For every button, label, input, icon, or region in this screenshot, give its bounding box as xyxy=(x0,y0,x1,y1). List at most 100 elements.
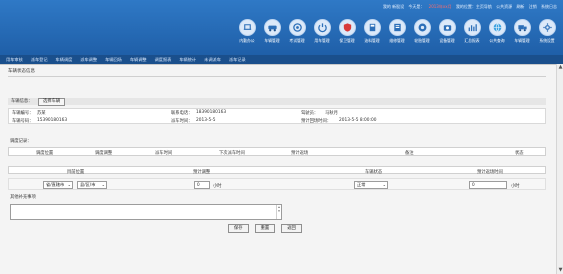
toolbar-item-office[interactable]: 内勤办公 xyxy=(237,19,257,44)
dispatch-icon xyxy=(288,19,306,36)
toolbar-item-label: 车辆管理 xyxy=(264,38,280,43)
nav-item[interactable]: 用车审核 xyxy=(6,57,23,63)
toolbar-item-truck[interactable]: 车辆管理 xyxy=(512,19,532,44)
module-toolbar: 内勤办公 车辆管理 考试管理 用车管理 保卫管理 油料管理 维修管理 轮胎管理 设备管理 汇总报表… xyxy=(237,19,557,44)
toolbar-item-vehicle[interactable]: 车辆管理 xyxy=(262,19,282,44)
toolbar-item-dispatch[interactable]: 考试管理 xyxy=(287,19,307,44)
top-link-logout[interactable]: 注销 xyxy=(529,4,537,9)
toolbar-item-label: 系统设置 xyxy=(539,38,555,43)
chevron-down-icon: ⌄ xyxy=(67,182,71,187)
plate-value: 苏某 xyxy=(37,111,46,116)
divider xyxy=(8,76,546,77)
scroll-up-icon[interactable]: ▲ xyxy=(557,64,563,71)
nav-item[interactable]: 派车记录 xyxy=(229,57,246,63)
toolbar-item-label: 轮胎管理 xyxy=(414,38,430,43)
return-hours-unit: 小时 xyxy=(511,183,520,189)
power-icon xyxy=(313,19,331,36)
form-header: 目前位置 预计调整 车辆状态 预计返场时间 xyxy=(8,166,546,175)
fuel-icon xyxy=(363,19,381,36)
top-link-location: 我的位置：主页导航 xyxy=(455,4,492,9)
toolbar-item-label: 用车管理 xyxy=(314,38,330,43)
nav-item[interactable]: 车辆调度 xyxy=(56,57,73,63)
form-col-adjust: 预计调整 xyxy=(193,169,211,175)
province-select[interactable]: 省/直辖市 ⌄ xyxy=(43,181,73,189)
adjust-hours-unit: 小时 xyxy=(213,183,222,189)
select-vehicle-button[interactable]: 选择车辆 xyxy=(38,98,66,106)
toolbar-item-label: 保卫管理 xyxy=(339,38,355,43)
scroll-down-icon[interactable]: ▼ xyxy=(557,267,563,274)
chevron-down-icon: ⌄ xyxy=(101,182,105,187)
remark-textarea[interactable]: ▴ ▾ xyxy=(10,204,282,220)
history-table-header: 调度位置 调度调整 派车时间 下次派车时间 预计返场 备注 状态 xyxy=(8,147,546,156)
top-link-resources[interactable]: 公共资源 xyxy=(496,4,512,9)
form-col-status: 车辆状态 xyxy=(365,169,383,175)
toolbar-item-globe[interactable]: 公共查询 xyxy=(487,19,507,44)
return-value: 2013-5-5 8:00:00 xyxy=(339,118,377,123)
top-links: 我的 新股设 今天是： 2013年xx月 我的位置：主页导航 公共资源 刷新 注… xyxy=(380,4,557,10)
plate-label: 车辆编号： xyxy=(12,111,34,116)
history-col-adjust: 调度调整 xyxy=(95,151,113,156)
toolbar-item-fuel[interactable]: 油料管理 xyxy=(362,19,382,44)
truck-icon xyxy=(513,19,531,36)
form-row: 省/直辖市 ⌄ 县/区/市 ⌄ 0 小时 正常 ⌄ 0 小时 xyxy=(8,178,546,190)
status-select[interactable]: 正常 ⌄ xyxy=(354,181,388,189)
office-icon xyxy=(238,19,256,36)
page-scrollbar[interactable]: ▲ ▼ xyxy=(556,64,563,274)
toolbar-item-power[interactable]: 用车管理 xyxy=(312,19,332,44)
history-col-next: 下次派车时间 xyxy=(219,151,245,156)
top-link-user[interactable]: 我的 新股设 xyxy=(383,4,404,9)
vehicle-section-label: 车辆信息： xyxy=(8,98,546,105)
save-button[interactable]: 保存 xyxy=(228,224,249,233)
top-link-refresh[interactable]: 刷新 xyxy=(516,4,524,9)
phone-value: 18390180163 xyxy=(196,110,227,115)
settings-icon xyxy=(538,19,556,36)
history-col-return: 预计返场 xyxy=(291,151,309,156)
chevron-down-icon: ⌄ xyxy=(382,182,386,187)
toolbar-item-settings[interactable]: 系统设置 xyxy=(537,19,557,44)
form-col-location: 目前位置 xyxy=(67,169,85,175)
toolbar-item-book[interactable]: 维修管理 xyxy=(387,19,407,44)
return-hours-input[interactable]: 0 xyxy=(469,181,507,189)
textarea-scrollbar[interactable]: ▴ ▾ xyxy=(276,205,281,219)
toolbar-item-camera[interactable]: 设备管理 xyxy=(437,19,457,44)
toolbar-item-label: 维修管理 xyxy=(389,38,405,43)
shield-icon xyxy=(338,19,356,36)
history-label: 调度记录： xyxy=(10,139,32,144)
vehicle-info-grid: 车辆编号： 苏某 联系电话： 18390180163 驾驶员： 马秋月 车辆号码… xyxy=(8,108,546,124)
camera-icon xyxy=(438,19,456,36)
toolbar-item-shield[interactable]: 保卫管理 xyxy=(337,19,357,44)
info-row-1: 车辆编号： 苏某 联系电话： 18390180163 驾驶员： 马秋月 xyxy=(9,109,547,117)
toolbar-item-label: 内勤办公 xyxy=(239,38,255,43)
nav-item[interactable]: 车辆调整 xyxy=(130,57,147,63)
reset-button[interactable]: 重置 xyxy=(254,224,276,233)
toolbar-item-label: 油料管理 xyxy=(364,38,380,43)
nav-item[interactable]: 派车登记 xyxy=(31,57,48,63)
book-icon xyxy=(388,19,406,36)
header-bar: 我的 新股设 今天是： 2013年xx月 我的位置：主页导航 公共资源 刷新 注… xyxy=(0,0,563,55)
top-link-syslog[interactable]: 系统日志 xyxy=(541,4,557,9)
county-select-value: 县/区/市 xyxy=(80,182,96,187)
driver-label: 驾驶员： xyxy=(301,111,319,116)
back-button[interactable]: 返回 xyxy=(281,224,302,233)
unit-value: 15390180163 xyxy=(37,118,68,123)
nav-item[interactable]: 车辆统计 xyxy=(179,57,196,63)
toolbar-item-tire[interactable]: 轮胎管理 xyxy=(412,19,432,44)
toolbar-item-chart[interactable]: 汇总报表 xyxy=(462,19,482,44)
adjust-hours-input[interactable]: 0 xyxy=(194,181,210,189)
toolbar-item-label: 设备管理 xyxy=(439,38,455,43)
history-col-location: 调度位置 xyxy=(36,151,54,156)
globe-icon xyxy=(488,19,506,36)
driver-value: 马秋月 xyxy=(325,111,338,116)
toolbar-item-label: 公共查询 xyxy=(489,38,505,43)
nav-item[interactable]: 车辆回场 xyxy=(105,57,122,63)
remark-label: 其他补充事项 xyxy=(10,195,36,200)
nav-item[interactable]: 调度报表 xyxy=(155,57,172,63)
nav-item[interactable]: 派车调整 xyxy=(80,57,97,63)
county-select[interactable]: 县/区/市 ⌄ xyxy=(77,181,107,189)
info-row-2: 车辆号码： 15390180163 派车时间： 2013-5-5 预计回场时间：… xyxy=(9,117,547,125)
history-col-remark: 备注 xyxy=(405,151,414,156)
top-link-today: 今天是： xyxy=(408,4,425,9)
form-col-return: 预计返场时间 xyxy=(477,169,503,175)
vehicle-icon xyxy=(263,19,281,36)
nav-item[interactable]: 未调派车 xyxy=(204,57,221,63)
